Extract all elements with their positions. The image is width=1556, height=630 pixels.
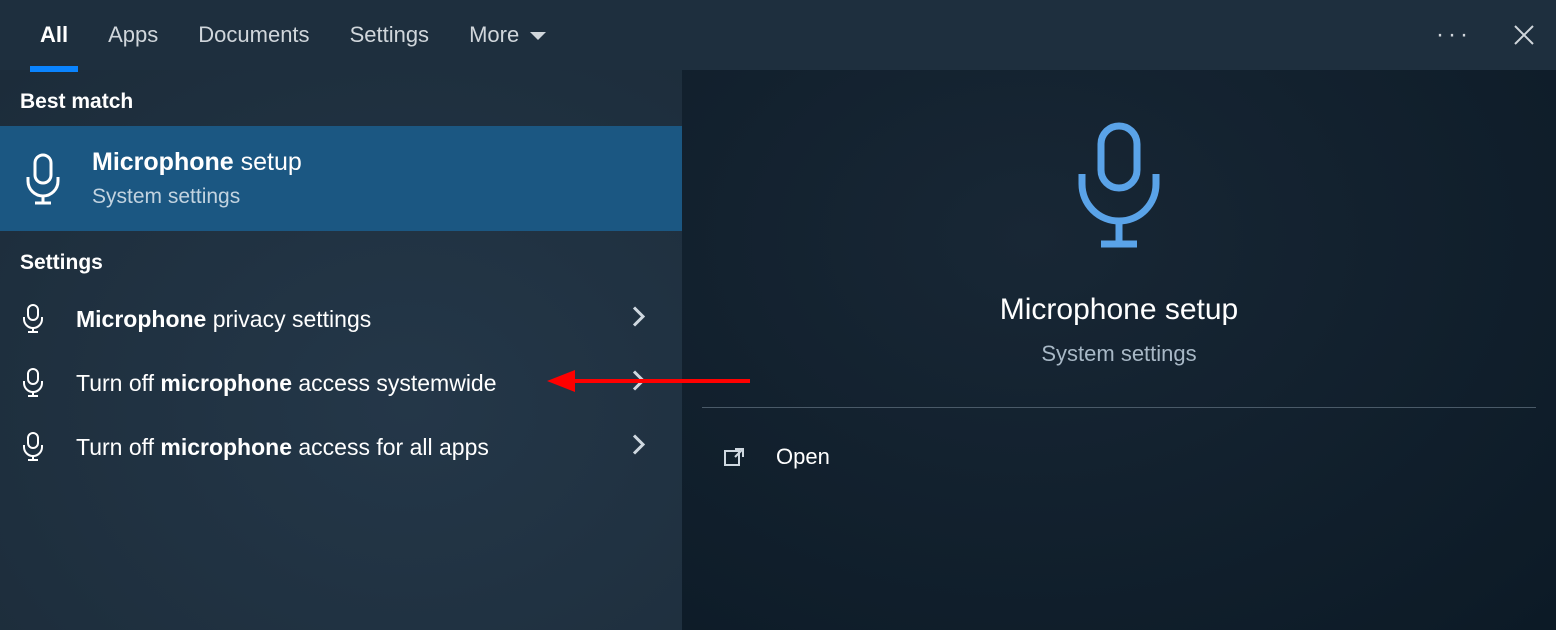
open-action[interactable]: Open — [722, 436, 1516, 478]
setting-item-label: Turn off microphone access systemwide — [76, 366, 497, 401]
top-actions: ··· — [1436, 21, 1536, 49]
preview-title: Microphone setup — [1000, 293, 1238, 327]
microphone-icon — [20, 429, 46, 465]
open-in-new-icon — [722, 444, 748, 470]
settings-header: Settings — [0, 231, 682, 287]
tab-all[interactable]: All — [40, 0, 68, 70]
close-icon[interactable] — [1512, 23, 1536, 47]
best-match-title: Microphone setup — [92, 148, 302, 177]
best-match-text: Microphone setup System settings — [92, 148, 302, 209]
chevron-right-icon — [632, 434, 646, 461]
microphone-icon — [1064, 120, 1174, 265]
setting-item-allapps[interactable]: Turn off microphone access for all apps — [0, 415, 682, 479]
microphone-icon — [20, 301, 46, 337]
setting-item-label: Turn off microphone access for all apps — [76, 430, 489, 465]
hero: Microphone setup System settings — [682, 70, 1556, 367]
best-match-item[interactable]: Microphone setup System settings — [0, 126, 682, 231]
tab-documents[interactable]: Documents — [198, 0, 309, 70]
tab-list: All Apps Documents Settings More — [40, 0, 547, 70]
best-match-header: Best match — [0, 70, 682, 126]
results-pane: Best match Microphone setup System setti… — [0, 70, 682, 630]
preview-actions: Open — [682, 408, 1556, 506]
setting-item-systemwide[interactable]: Turn off microphone access systemwide — [0, 351, 682, 415]
more-options-icon[interactable]: ··· — [1436, 21, 1472, 49]
microphone-icon — [20, 365, 46, 401]
best-match-subtitle: System settings — [92, 185, 302, 209]
chevron-down-icon — [529, 22, 547, 48]
chevron-right-icon — [632, 370, 646, 397]
preview-subtitle: System settings — [1041, 341, 1196, 367]
tab-settings[interactable]: Settings — [350, 0, 430, 70]
search-tabs-bar: All Apps Documents Settings More ··· — [0, 0, 1556, 70]
setting-item-label: Microphone privacy settings — [76, 302, 371, 337]
setting-item-privacy[interactable]: Microphone privacy settings — [0, 287, 682, 351]
preview-pane: Microphone setup System settings Open — [682, 70, 1556, 630]
microphone-icon — [20, 156, 66, 202]
tab-more[interactable]: More — [469, 0, 547, 70]
tab-apps[interactable]: Apps — [108, 0, 158, 70]
open-label: Open — [776, 444, 830, 470]
chevron-right-icon — [632, 306, 646, 333]
